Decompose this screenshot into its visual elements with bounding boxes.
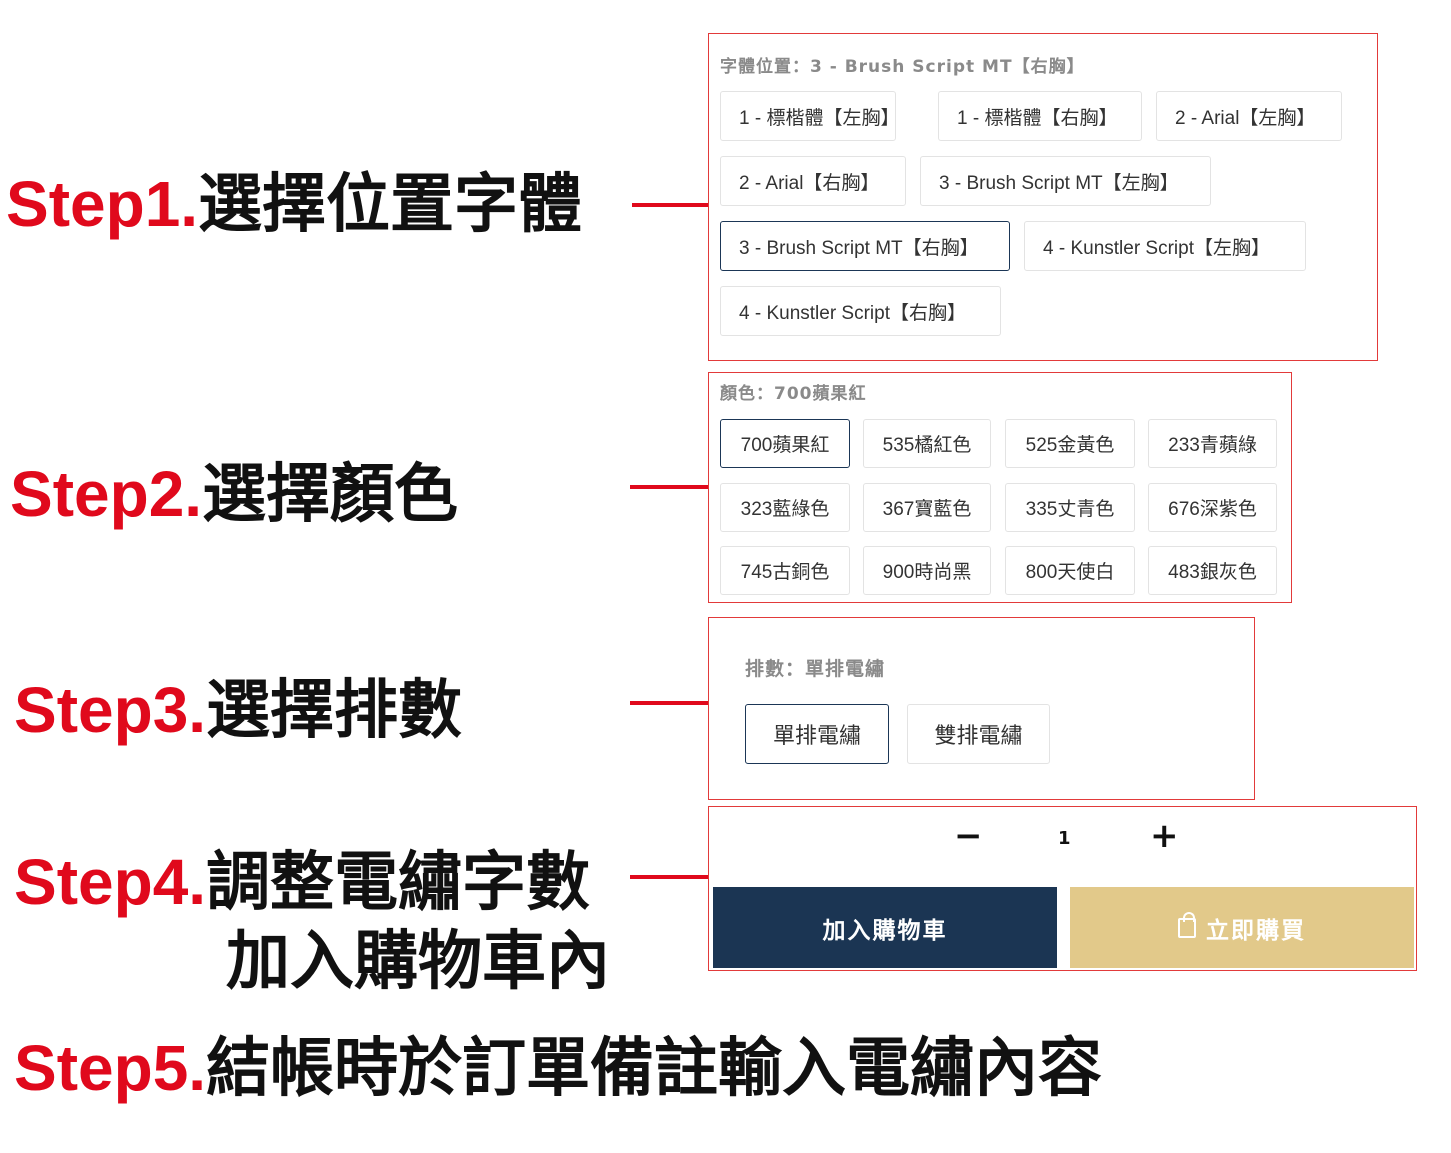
color-option[interactable]: 483銀灰色 xyxy=(1148,546,1277,595)
step1-text: 選擇位置字體 xyxy=(198,168,583,242)
color-option[interactable]: 335丈青色 xyxy=(1005,483,1135,532)
add-to-cart-button[interactable]: 加入購物車 xyxy=(713,887,1057,968)
step3-label: Step3.選擇排數 xyxy=(14,678,462,743)
font-option[interactable]: 1 - 標楷體【右胸】 xyxy=(938,91,1142,141)
purchase-panel: − 1 + 加入購物車 立即購買 xyxy=(708,806,1417,971)
color-option[interactable]: 367寶藍色 xyxy=(863,483,991,532)
font-option[interactable]: 3 - Brush Script MT【左胸】 xyxy=(920,156,1211,206)
rows-option-selected[interactable]: 單排電繡 xyxy=(745,704,889,764)
buy-now-label: 立即購買 xyxy=(1206,917,1306,944)
font-option[interactable]: 4 - Kunstler Script【左胸】 xyxy=(1024,221,1306,271)
rows-label: 排數：單排電繡 xyxy=(745,658,886,680)
step1-number: Step1. xyxy=(6,168,199,240)
step2-number: Step2. xyxy=(10,458,203,530)
step3-number: Step3. xyxy=(14,674,207,746)
step1-label: Step1.選擇位置字體 xyxy=(6,172,582,237)
color-option[interactable]: 745古銅色 xyxy=(720,546,850,595)
font-option[interactable]: 4 - Kunstler Script【右胸】 xyxy=(720,286,1001,336)
rows-panel: 排數：單排電繡 單排電繡 雙排電繡 xyxy=(708,617,1255,800)
color-option[interactable]: 535橘紅色 xyxy=(863,419,991,468)
font-option[interactable]: 2 - Arial【左胸】 xyxy=(1156,91,1342,141)
font-position-label: 字體位置：3 - Brush Script MT【右胸】 xyxy=(720,57,1085,77)
quantity-decrement-button[interactable]: − xyxy=(954,819,983,853)
quantity-increment-button[interactable]: + xyxy=(1150,819,1179,853)
step4-text-line2: 加入購物車內 xyxy=(226,925,610,999)
rows-option[interactable]: 雙排電繡 xyxy=(907,704,1050,764)
step2-connector xyxy=(630,485,708,489)
step5-label: Step5.結帳時於訂單備註輸入電繡內容 xyxy=(14,1036,1102,1101)
color-option-selected[interactable]: 700蘋果紅 xyxy=(720,419,850,468)
shopping-bag-icon xyxy=(1178,911,1196,938)
step3-connector xyxy=(630,701,708,705)
step3-text: 選擇排數 xyxy=(206,674,463,748)
color-option[interactable]: 676深紫色 xyxy=(1148,483,1277,532)
color-label: 顏色：700蘋果紅 xyxy=(720,384,867,404)
font-option-selected[interactable]: 3 - Brush Script MT【右胸】 xyxy=(720,221,1010,271)
font-option[interactable]: 1 - 標楷體【左胸】 xyxy=(720,91,899,141)
step4-label-line2: 加入購物車內 xyxy=(226,930,610,994)
step4-number: Step4. xyxy=(14,846,207,918)
step4-connector xyxy=(630,875,708,879)
font-option[interactable]: 2 - Arial【右胸】 xyxy=(720,156,906,206)
font-position-panel: 字體位置：3 - Brush Script MT【右胸】 1 - 標楷體【左胸】… xyxy=(708,33,1378,361)
step1-connector xyxy=(632,203,708,207)
color-option[interactable]: 233青蘋綠 xyxy=(1148,419,1277,468)
quantity-value[interactable]: 1 xyxy=(1058,828,1071,849)
step4-label: Step4.調整電繡字數 xyxy=(14,850,590,915)
step5-text: 結帳時於訂單備註輸入電繡內容 xyxy=(206,1032,1103,1106)
add-to-cart-label: 加入購物車 xyxy=(822,917,948,944)
buy-now-button[interactable]: 立即購買 xyxy=(1070,887,1414,968)
step2-text: 選擇顏色 xyxy=(202,458,459,532)
color-option[interactable]: 323藍綠色 xyxy=(720,483,850,532)
color-option[interactable]: 800天使白 xyxy=(1005,546,1135,595)
step5-number: Step5. xyxy=(14,1032,207,1104)
color-option[interactable]: 900時尚黑 xyxy=(863,546,991,595)
color-panel: 顏色：700蘋果紅 700蘋果紅 535橘紅色 525金黃色 233青蘋綠 32… xyxy=(708,372,1292,603)
step2-label: Step2.選擇顏色 xyxy=(10,462,458,527)
color-option[interactable]: 525金黃色 xyxy=(1005,419,1135,468)
step4-text: 調整電繡字數 xyxy=(206,846,591,920)
